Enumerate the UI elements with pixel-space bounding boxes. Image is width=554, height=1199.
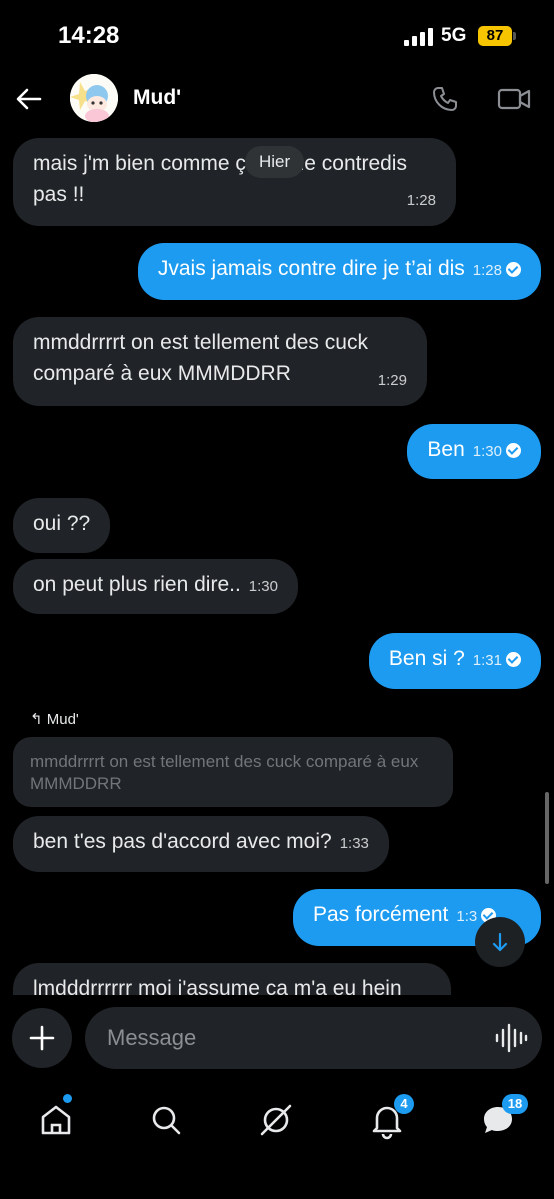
- message-text: mmddrrrrt on est tellement des cuck comp…: [33, 331, 368, 385]
- network-label: 5G: [441, 25, 467, 46]
- quoted-message[interactable]: mmddrrrrt on est tellement des cuck comp…: [13, 737, 453, 807]
- message-time: 1:28: [406, 192, 436, 209]
- incoming-message[interactable]: mmddrrrrt on est tellement des cuck comp…: [13, 317, 427, 406]
- home-icon: [41, 1105, 71, 1135]
- video-call-icon[interactable]: [497, 84, 531, 114]
- message-time: 1:31: [472, 652, 502, 669]
- message-time: 1:28: [472, 262, 502, 279]
- notifications-badge: 4: [394, 1094, 414, 1114]
- status-time: 14:28: [58, 22, 120, 49]
- incoming-message[interactable]: mais j'm bien comme ça tu me contredis p…: [13, 138, 456, 226]
- message-text: ben t'es pas d'accord avec moi?: [33, 830, 332, 853]
- nav-grok[interactable]: [256, 1100, 296, 1140]
- incoming-message[interactable]: lmdddrrrrrr moi j'assume ça m'a eu hein: [13, 963, 451, 995]
- day-separator: Hier: [245, 146, 305, 178]
- incoming-message[interactable]: ben t'es pas d'accord avec moi? 1:33: [13, 816, 389, 872]
- read-check-icon: [506, 443, 521, 458]
- new-content-dot: [63, 1094, 72, 1103]
- scroll-to-bottom-button[interactable]: [475, 917, 525, 967]
- message-text: oui ??: [33, 512, 91, 535]
- grok-icon: [260, 1104, 292, 1136]
- contact-name[interactable]: Mud': [133, 86, 181, 110]
- plus-icon: [29, 1025, 55, 1051]
- bottom-navigation: 4 18: [0, 1080, 554, 1199]
- message-text: mais j'm bien comme ça tu me contredis p…: [33, 152, 407, 206]
- message-text: Ben si ?: [388, 647, 465, 670]
- scrollbar[interactable]: [545, 792, 549, 884]
- voice-message-icon[interactable]: [494, 1021, 528, 1055]
- message-time: 1:29: [377, 372, 407, 389]
- message-text: Pas forcément: [313, 903, 449, 926]
- back-arrow-icon[interactable]: [14, 84, 44, 114]
- nav-home[interactable]: [36, 1094, 76, 1140]
- nav-search[interactable]: [146, 1100, 186, 1140]
- read-check-icon: [506, 262, 521, 277]
- read-check-icon: [506, 652, 521, 667]
- reply-icon: ↰: [30, 711, 43, 728]
- nav-messages[interactable]: 18: [478, 1094, 528, 1140]
- search-icon: [152, 1106, 181, 1135]
- signal-icon: [404, 28, 433, 46]
- phone-icon[interactable]: [430, 84, 460, 114]
- messages-badge: 18: [502, 1094, 528, 1114]
- message-time: 1:30: [248, 578, 278, 595]
- outgoing-message[interactable]: Ben 1:30: [407, 424, 541, 479]
- avatar[interactable]: [70, 74, 118, 122]
- nav-notifications[interactable]: 4: [367, 1094, 414, 1140]
- message-text: Ben: [427, 438, 465, 461]
- reply-indicator: ↰ Mud': [30, 710, 79, 728]
- message-text: Jvais jamais contre dire je t’ai dis: [157, 257, 465, 280]
- message-text: on peut plus rien dire..: [33, 573, 241, 596]
- add-attachment-button[interactable]: [12, 1008, 72, 1068]
- outgoing-message[interactable]: Jvais jamais contre dire je t’ai dis 1:28: [137, 243, 541, 300]
- incoming-message[interactable]: oui ??: [13, 498, 111, 553]
- battery-icon: 87: [478, 26, 512, 46]
- chat-thread[interactable]: mais j'm bien comme ça tu me contredis p…: [0, 130, 554, 995]
- incoming-message[interactable]: on peut plus rien dire.. 1:30: [13, 559, 298, 614]
- message-time: 1:33: [339, 835, 369, 852]
- message-text: lmdddrrrrrr moi j'assume ça m'a eu hein: [33, 977, 402, 995]
- outgoing-message[interactable]: Ben si ? 1:31: [368, 633, 541, 689]
- battery-tip: [513, 32, 516, 40]
- reply-author: Mud': [46, 711, 79, 728]
- arrow-down-icon: [492, 932, 508, 952]
- message-input[interactable]: [85, 1007, 542, 1069]
- message-time: 1:30: [472, 443, 502, 460]
- avatar-image: [70, 74, 118, 122]
